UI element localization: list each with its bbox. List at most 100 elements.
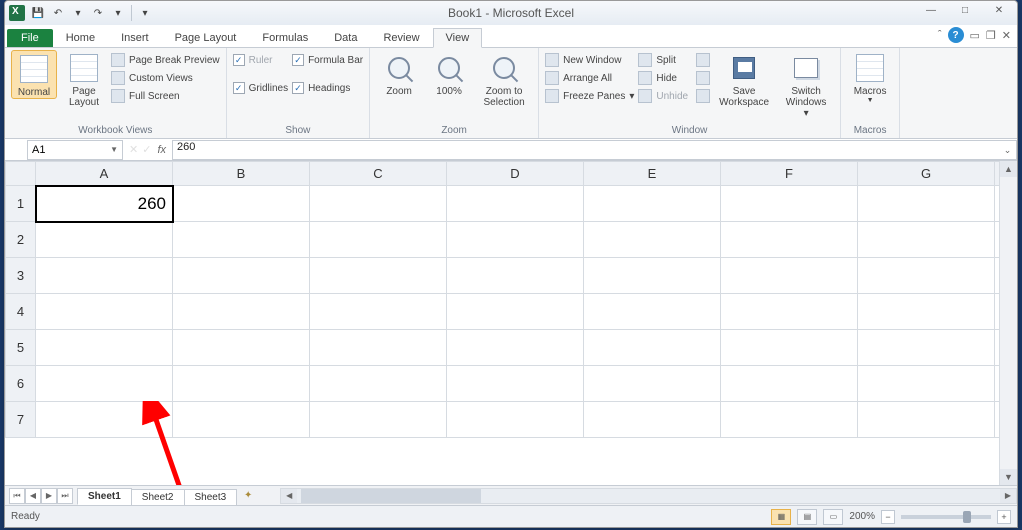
view-side-by-side-icon[interactable] [696, 52, 710, 68]
col-header-f[interactable]: F [721, 162, 858, 186]
scroll-down-icon[interactable]: ▼ [1000, 469, 1017, 485]
qat-redo-button[interactable]: ↷ [89, 4, 107, 22]
macros-button[interactable]: Macros▼ [847, 50, 893, 105]
sheet-tab-sheet3[interactable]: Sheet3 [184, 489, 238, 505]
horizontal-scrollbar[interactable]: ◀ ▶ [280, 488, 1017, 504]
split-button[interactable]: Split [638, 52, 688, 68]
ribbon-minimize-icon[interactable]: ˆ [938, 29, 942, 41]
zoom-button[interactable]: Zoom [376, 50, 422, 97]
tab-page-layout[interactable]: Page Layout [162, 28, 250, 47]
tab-home[interactable]: Home [53, 28, 108, 47]
zoom-slider[interactable] [901, 515, 991, 519]
qat-save-button[interactable]: 💾 [29, 4, 47, 22]
scroll-up-icon[interactable]: ▲ [1000, 161, 1017, 177]
col-header-e[interactable]: E [584, 162, 721, 186]
switch-windows-button[interactable]: Switch Windows ▾ [778, 50, 834, 119]
cell-c1[interactable] [310, 186, 447, 222]
row-header-5[interactable]: 5 [6, 330, 36, 366]
qat-undo-button[interactable]: ↶ [49, 4, 67, 22]
col-header-b[interactable]: B [173, 162, 310, 186]
row-header-7[interactable]: 7 [6, 402, 36, 438]
arrange-all-button[interactable]: Arrange All [545, 70, 634, 86]
zoom-to-selection-button[interactable]: Zoom to Selection [476, 50, 532, 108]
col-header-g[interactable]: G [858, 162, 995, 186]
full-screen-button[interactable]: Full Screen [111, 88, 220, 104]
zoom-100-button[interactable]: 100% [426, 50, 472, 97]
help-icon[interactable]: ? [948, 27, 964, 43]
sheet-nav-first[interactable]: ⏮ [9, 488, 25, 504]
row-header-2[interactable]: 2 [6, 222, 36, 258]
ruler-checkbox[interactable]: Ruler [233, 52, 288, 68]
zoom-level[interactable]: 200% [849, 511, 875, 522]
formula-input[interactable]: 260 [172, 140, 999, 160]
scroll-left-icon[interactable]: ◀ [281, 489, 297, 503]
cell-e1[interactable] [584, 186, 721, 222]
sheet-nav-next[interactable]: ▶ [41, 488, 57, 504]
col-header-d[interactable]: D [447, 162, 584, 186]
sheet-nav-prev[interactable]: ◀ [25, 488, 41, 504]
enter-formula-icon[interactable]: ✓ [142, 143, 151, 156]
row-header-3[interactable]: 3 [6, 258, 36, 294]
sheet-nav-last[interactable]: ⏭ [57, 488, 73, 504]
sheet-tab-sheet2[interactable]: Sheet2 [131, 489, 185, 505]
custom-views-button[interactable]: Custom Views [111, 70, 220, 86]
tab-insert[interactable]: Insert [108, 28, 162, 47]
view-page-layout-icon[interactable]: ▤ [797, 509, 817, 525]
cell-b1[interactable] [173, 186, 310, 222]
cell-g1[interactable] [858, 186, 995, 222]
save-workspace-button[interactable]: Save Workspace [714, 50, 774, 108]
worksheet-grid[interactable]: A B C D E F G 1 260 2 3 4 5 6 7 ▲ ▼ [5, 161, 1017, 485]
tab-formulas[interactable]: Formulas [249, 28, 321, 47]
doc-close-icon[interactable]: ✕ [1002, 29, 1011, 42]
tab-review[interactable]: Review [370, 28, 432, 47]
doc-restore-icon[interactable]: ❐ [986, 29, 996, 42]
gridlines-checkbox[interactable]: Gridlines [233, 80, 288, 96]
sheet-tab-sheet1[interactable]: Sheet1 [77, 488, 132, 505]
qat-redo-more[interactable]: ▾ [109, 4, 127, 22]
sync-scroll-icon[interactable] [696, 70, 710, 86]
view-page-break-icon[interactable]: ▭ [823, 509, 843, 525]
qat-customize[interactable]: ▾ [136, 4, 154, 22]
name-box-dropdown-icon[interactable]: ▼ [110, 145, 118, 154]
headings-checkbox[interactable]: Headings [292, 80, 363, 96]
col-header-c[interactable]: C [310, 162, 447, 186]
insert-worksheet-button[interactable]: ✦ [236, 490, 260, 501]
scroll-right-icon[interactable]: ▶ [1000, 489, 1016, 503]
doc-minimize-icon[interactable]: ▭ [970, 29, 980, 42]
formula-bar-expand[interactable]: ⌄ [999, 140, 1017, 160]
new-window-button[interactable]: New Window [545, 52, 634, 68]
formula-bar-checkbox[interactable]: Formula Bar [292, 52, 363, 68]
row-header-1[interactable]: 1 [6, 186, 36, 222]
cell-d1[interactable] [447, 186, 584, 222]
select-all-corner[interactable] [6, 162, 36, 186]
hscroll-thumb[interactable] [301, 489, 481, 503]
name-box[interactable]: A1 ▼ [27, 140, 123, 160]
vertical-scrollbar[interactable]: ▲ ▼ [999, 161, 1017, 485]
hide-button[interactable]: Hide [638, 70, 688, 86]
cell-a2[interactable] [36, 222, 173, 258]
row-header-4[interactable]: 4 [6, 294, 36, 330]
reset-window-icon[interactable] [696, 88, 710, 104]
fx-icon[interactable]: fx [157, 144, 166, 156]
cancel-formula-icon[interactable]: ✕ [129, 143, 138, 156]
page-break-preview-button[interactable]: Page Break Preview [111, 52, 220, 68]
cell-a1[interactable]: 260 [36, 186, 173, 222]
view-normal-icon[interactable]: ▦ [771, 509, 791, 525]
row-header-6[interactable]: 6 [6, 366, 36, 402]
window-minimize-button[interactable]: — [917, 1, 945, 19]
tab-data[interactable]: Data [321, 28, 370, 47]
unhide-button[interactable]: Unhide [638, 88, 688, 104]
ribbon-tabstrip: File Home Insert Page Layout Formulas Da… [5, 25, 1017, 47]
zoom-out-button[interactable]: − [881, 510, 895, 524]
qat-undo-more[interactable]: ▾ [69, 4, 87, 22]
window-maximize-button[interactable]: □ [951, 1, 979, 19]
tab-view[interactable]: View [433, 28, 483, 48]
window-close-button[interactable]: ✕ [985, 1, 1013, 19]
cell-f1[interactable] [721, 186, 858, 222]
normal-view-button[interactable]: Normal [11, 50, 57, 99]
zoom-in-button[interactable]: + [997, 510, 1011, 524]
page-layout-view-button[interactable]: Page Layout [61, 50, 107, 108]
col-header-a[interactable]: A [36, 162, 173, 186]
freeze-panes-button[interactable]: Freeze Panes ▾ [545, 88, 634, 104]
file-tab[interactable]: File [7, 29, 53, 47]
